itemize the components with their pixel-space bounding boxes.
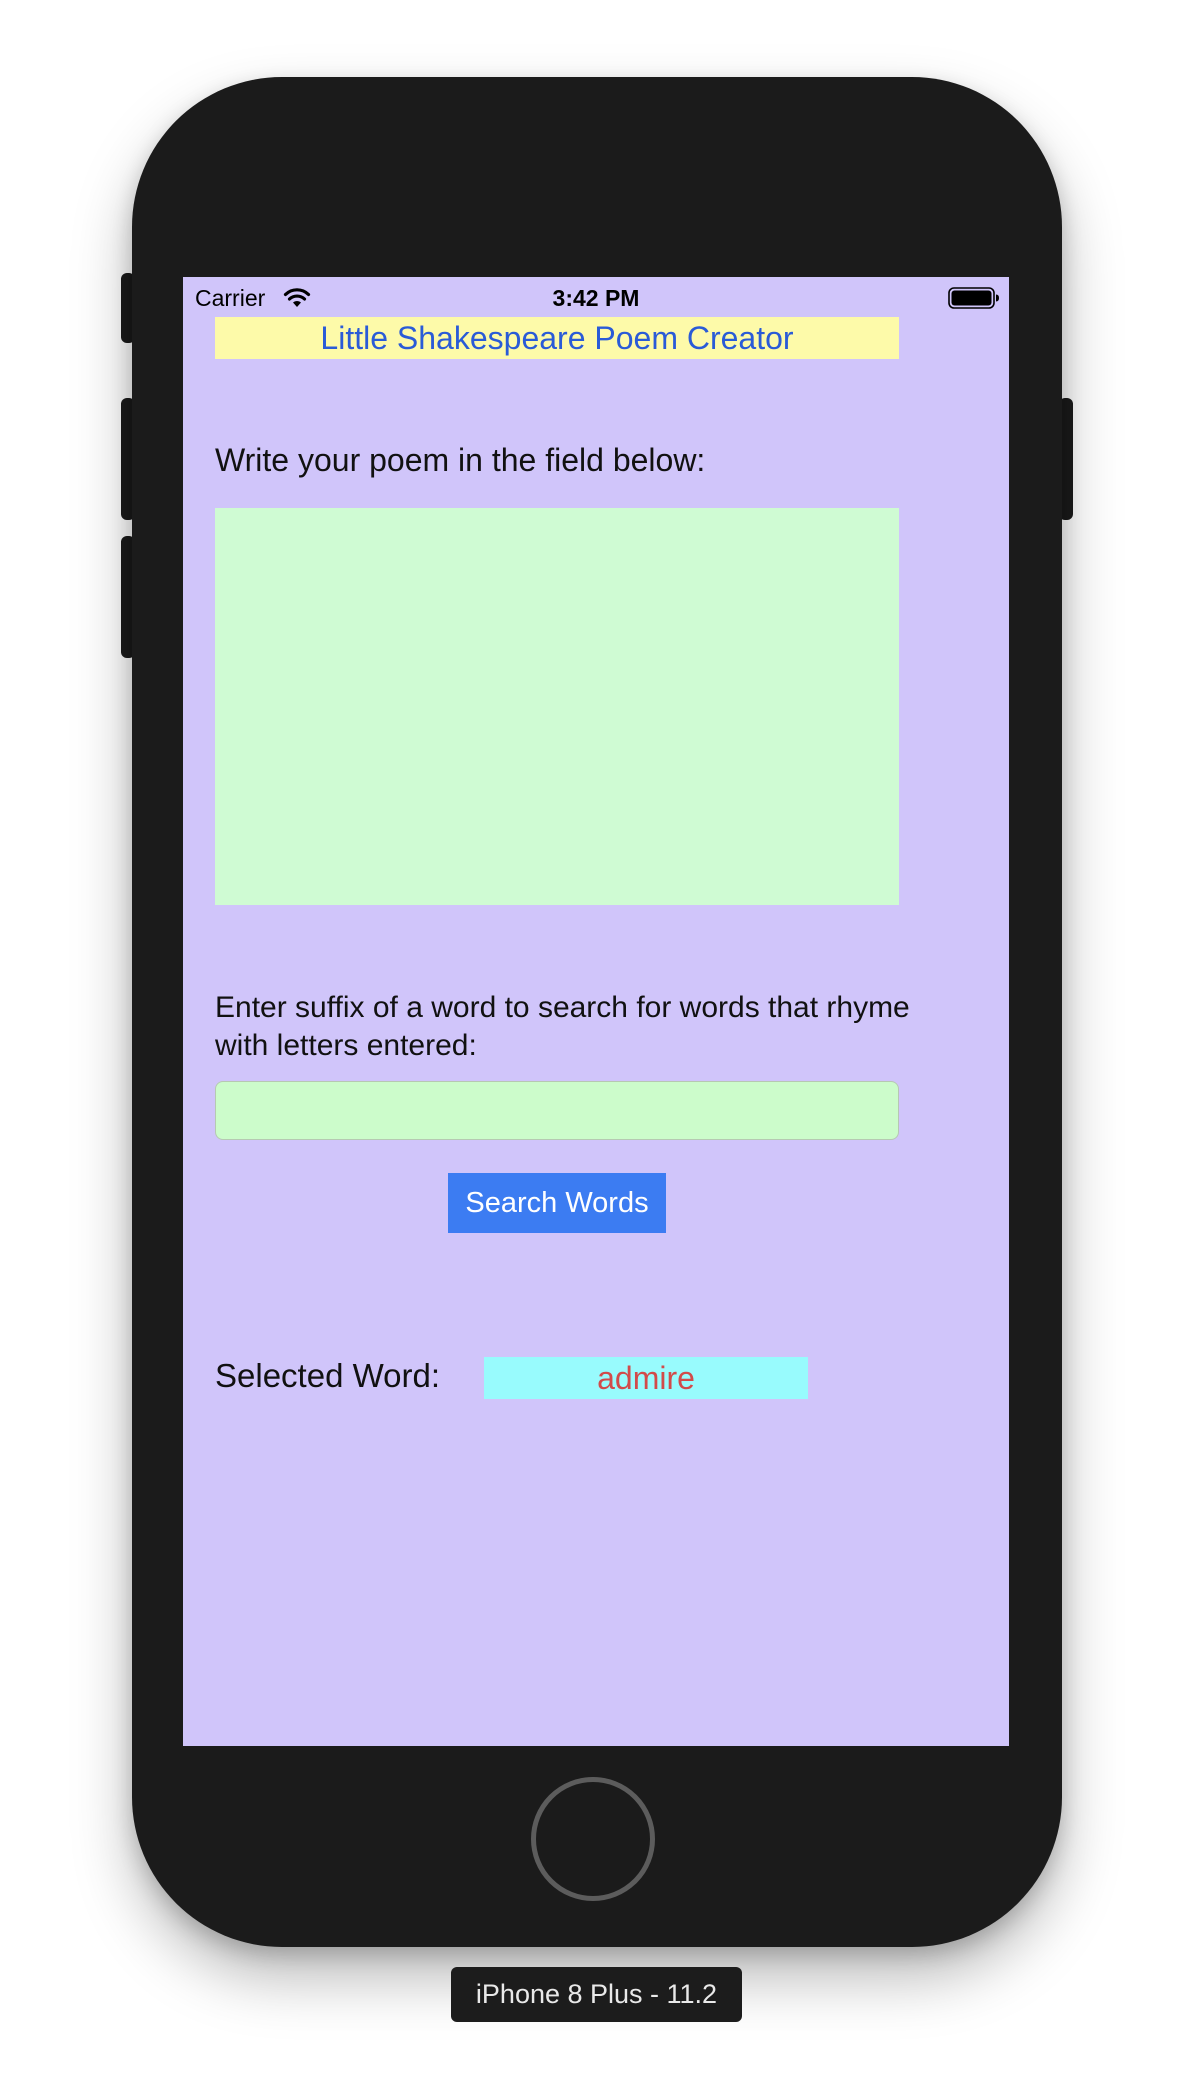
home-button[interactable] (531, 1777, 655, 1901)
selected-word-label: Selected Word: (215, 1357, 441, 1394)
search-words-button[interactable]: Search Words (448, 1173, 666, 1233)
status-bar: Carrier 3:42 PM (183, 277, 1009, 317)
poem-prompt-label: Write your poem in the field below: (215, 442, 706, 478)
battery-full-icon (948, 287, 1000, 315)
simulator-device-label: iPhone 8 Plus - 11.2 (451, 1967, 742, 2022)
status-time: 3:42 PM (552, 285, 640, 311)
simulator-stage: Carrier 3:42 PM Little Shakespeare Poem … (0, 0, 1196, 2100)
app-screen: Carrier 3:42 PM Little Shakespeare Poem … (183, 277, 1009, 1746)
selected-word-value: admire (484, 1357, 808, 1399)
suffix-prompt-label: Enter suffix of a word to search for wor… (215, 991, 910, 1062)
poem-text-area[interactable] (215, 508, 899, 905)
suffix-input[interactable] (215, 1081, 899, 1140)
app-title: Little Shakespeare Poem Creator (215, 317, 899, 359)
